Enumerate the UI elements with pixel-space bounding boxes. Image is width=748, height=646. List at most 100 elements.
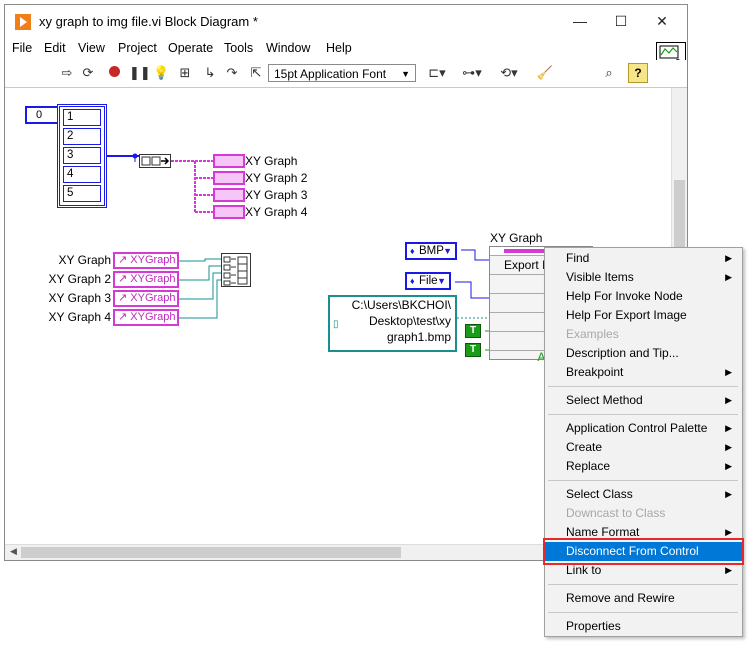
context-menu-item-label: Find (566, 251, 590, 265)
graph-reference-1[interactable] (213, 154, 245, 168)
context-menu-item-remove-and-rewire[interactable]: Remove and Rewire (545, 589, 742, 608)
context-menu-item-breakpoint[interactable]: Breakpoint ▶ (545, 363, 742, 382)
context-menu-item-label: Application Control Palette (566, 421, 708, 435)
graph-terminal-label: XY Graph (245, 154, 298, 168)
array-element[interactable]: 1 (63, 109, 101, 126)
context-menu-item-help-for-invoke-node[interactable]: Help For Invoke Node (545, 287, 742, 306)
ref-value: XYGraph (130, 254, 176, 266)
abort-icon[interactable] (106, 65, 122, 81)
submenu-arrow-icon: ▶ (725, 253, 732, 263)
graph-reference-2[interactable] (213, 171, 245, 185)
menu-separator (548, 414, 738, 415)
highlight-annotation-box (543, 538, 744, 565)
menu-separator (548, 386, 738, 387)
minimize-button[interactable]: — (565, 11, 595, 31)
bmp-enum-constant[interactable]: BMP▼ (405, 242, 457, 260)
context-menu-item-label: Help For Export Image (566, 308, 687, 322)
context-menu-item-description-and-tip[interactable]: Description and Tip... (545, 344, 742, 363)
context-menu-item-label: Select Method (566, 393, 643, 407)
title-bar[interactable]: xy graph to img file.vi Block Diagram * … (5, 5, 687, 38)
run-arrow-icon[interactable]: ⇨ (59, 65, 75, 81)
context-menu-item-help-for-export-image[interactable]: Help For Export Image (545, 306, 742, 325)
toolbar: ⇨ ⟳ ❚❚ 💡 ⊞ ↳ ↷ ⇱ 15pt Application Font ▼… (5, 60, 687, 88)
true-constant-always-overwrite[interactable]: T (465, 343, 481, 357)
graph-reference-3[interactable] (213, 188, 245, 202)
ref-value: XYGraph (130, 273, 176, 285)
context-menu-item-select-class[interactable]: Select Class ▶ (545, 485, 742, 504)
index-control[interactable]: 0 (25, 106, 59, 124)
horizontal-scroll-thumb[interactable] (21, 547, 401, 558)
submenu-arrow-icon: ▶ (725, 272, 732, 282)
context-menu-item-replace[interactable]: Replace ▶ (545, 457, 742, 476)
true-constant-hide-grid[interactable]: T (465, 324, 481, 338)
file-enum-constant[interactable]: File▼ (405, 272, 451, 290)
index-array-node[interactable] (139, 154, 171, 168)
control-reference[interactable]: ↗ XYGraph (113, 309, 179, 326)
context-menu-item-create[interactable]: Create ▶ (545, 438, 742, 457)
submenu-arrow-icon: ▶ (725, 442, 732, 452)
context-menu-item-select-method[interactable]: Select Method ▶ (545, 391, 742, 410)
bmp-enum-value: BMP (419, 245, 444, 257)
context-menu-item-find[interactable]: Find ▶ (545, 249, 742, 268)
close-button[interactable]: ✕ (647, 11, 677, 31)
scroll-left-icon[interactable]: ◀ (10, 546, 17, 557)
path-line: C:\Users\BKCHOI\ (351, 298, 451, 312)
context-menu-item-examples: Examples (545, 325, 742, 344)
array-element[interactable]: 4 (63, 166, 101, 183)
pause-icon[interactable]: ❚❚ (129, 65, 151, 81)
context-menu-item-application-control-palette[interactable]: Application Control Palette ▶ (545, 419, 742, 438)
path-icon: ▯ (333, 319, 339, 330)
search-icon[interactable]: ⌕ (599, 65, 619, 81)
window-title: xy graph to img file.vi Block Diagram * (39, 14, 258, 29)
context-menu-item-label: Downcast to Class (566, 506, 666, 520)
maximize-button[interactable]: ☐ (606, 11, 636, 31)
index-value: 0 (36, 109, 43, 121)
menu-window[interactable]: Window (266, 41, 310, 55)
context-menu-item-properties[interactable]: Properties (545, 617, 742, 636)
ref-value: XYGraph (130, 311, 176, 323)
context-menu-item-downcast-to-class: Downcast to Class (545, 504, 742, 523)
control-reference[interactable]: ↗ XYGraph (113, 290, 179, 307)
align-objects-icon[interactable]: ⊏▾ (425, 65, 449, 81)
step-out-icon[interactable]: ⇱ (248, 65, 264, 81)
menu-project[interactable]: Project (118, 41, 157, 55)
path-line: Desktop\test\xy (368, 314, 451, 328)
menu-help[interactable]: Help (326, 41, 352, 55)
array-element[interactable]: 3 (63, 147, 101, 164)
submenu-arrow-icon: ▶ (725, 367, 732, 377)
step-over-icon[interactable]: ↷ (224, 65, 240, 81)
reorder-icon[interactable]: ⟲▾ (497, 65, 521, 81)
array-element[interactable]: 5 (63, 185, 101, 202)
font-select-value: 15pt Application Font (274, 67, 387, 81)
context-menu-item-label: Link to (566, 563, 602, 577)
path-constant[interactable]: C:\Users\BKCHOI\ Desktop\test\xy graph1.… (328, 295, 457, 352)
invoke-node-label: XY Graph (490, 231, 543, 245)
ref-value: XYGraph (130, 292, 176, 304)
context-menu-item-label: Examples (566, 327, 619, 341)
control-reference[interactable]: ↗ XYGraph (113, 271, 179, 288)
reference-icon: ↗ (118, 292, 131, 304)
submenu-arrow-icon: ▶ (725, 489, 732, 499)
context-menu-item-label: Visible Items (566, 270, 634, 284)
menu-bar: File Edit View Project Operate Tools Win… (5, 38, 687, 60)
step-into-icon[interactable]: ↳ (202, 65, 218, 81)
menu-view[interactable]: View (78, 41, 105, 55)
array-constant[interactable]: 1 2 3 4 5 (57, 104, 107, 208)
highlight-execution-icon[interactable]: 💡 (153, 65, 169, 81)
clean-up-diagram-icon[interactable]: 🧹 (535, 65, 555, 81)
menu-file[interactable]: File (12, 41, 32, 55)
array-element[interactable]: 2 (63, 128, 101, 145)
run-continuously-icon[interactable]: ⟳ (80, 65, 96, 81)
graph-reference-4[interactable] (213, 205, 245, 219)
menu-edit[interactable]: Edit (44, 41, 66, 55)
menu-separator (548, 584, 738, 585)
distribute-objects-icon[interactable]: ⊶▾ (460, 65, 484, 81)
context-help-button[interactable]: ? (628, 63, 648, 83)
font-select[interactable]: 15pt Application Font ▼ (268, 64, 416, 82)
control-reference[interactable]: ↗ XYGraph (113, 252, 179, 269)
menu-operate[interactable]: Operate (168, 41, 213, 55)
build-array-node[interactable] (221, 253, 251, 287)
context-menu-item-visible-items[interactable]: Visible Items ▶ (545, 268, 742, 287)
retain-wire-values-icon[interactable]: ⊞ (177, 65, 193, 81)
menu-tools[interactable]: Tools (224, 41, 253, 55)
